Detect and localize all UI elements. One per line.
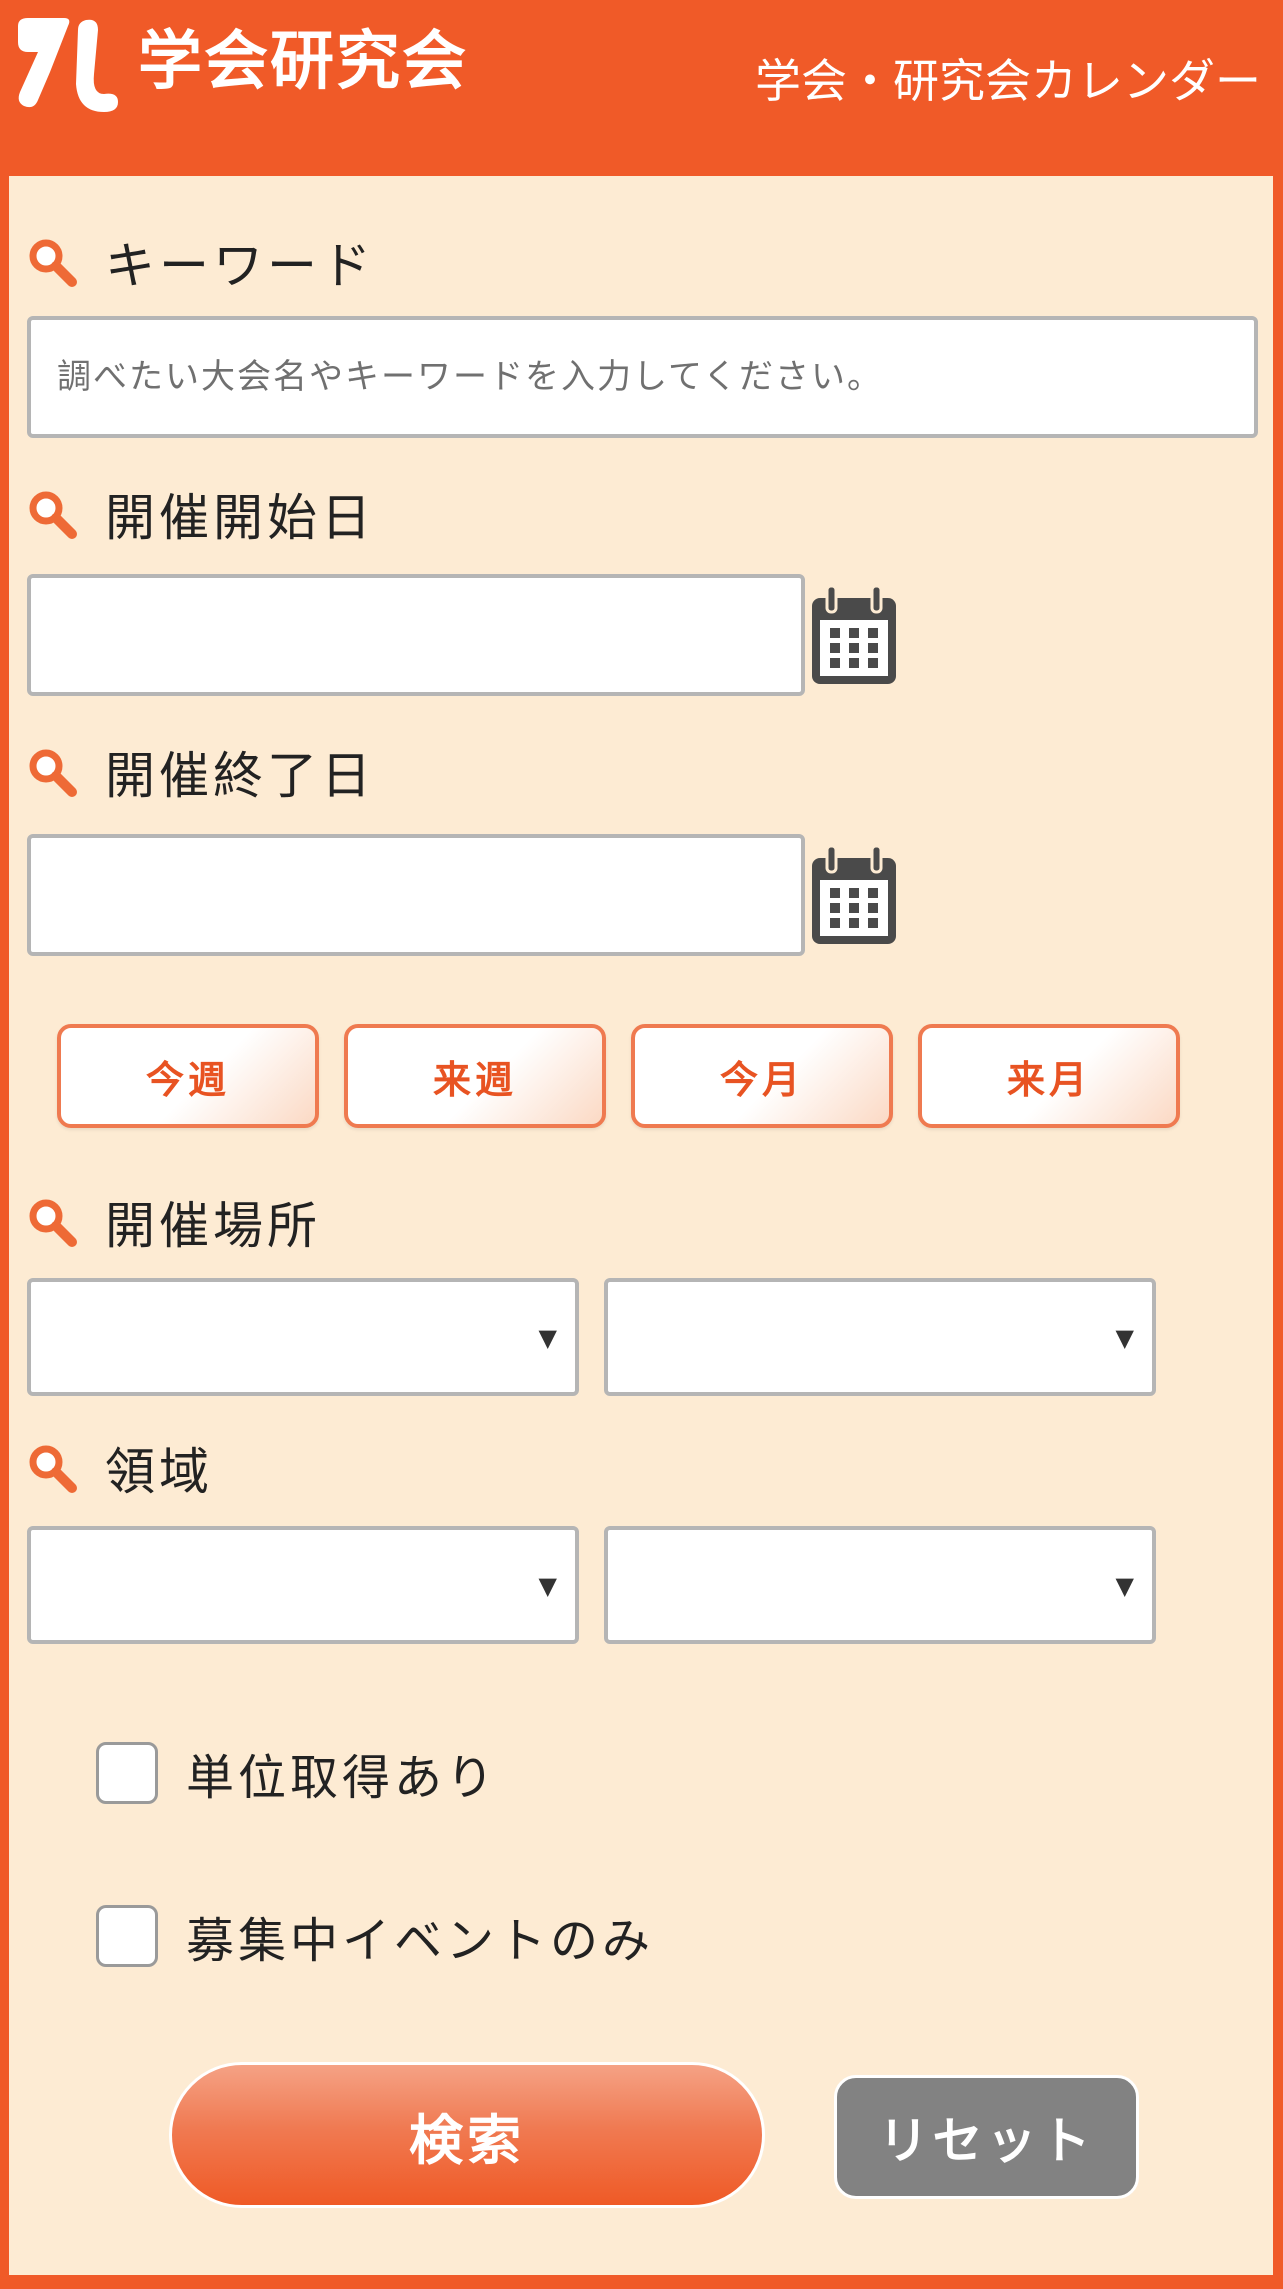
dropdown-arrow-icon: ▼ xyxy=(1115,1572,1134,1600)
credit-checkbox[interactable] xyxy=(96,1742,158,1804)
location-label: 開催場所 xyxy=(27,1182,321,1262)
location-label-text: 開催場所 xyxy=(105,1197,321,1255)
magnifier-icon xyxy=(29,491,77,539)
field-select-1[interactable]: ▼ xyxy=(27,1526,579,1644)
dropdown-arrow-icon: ▼ xyxy=(538,1572,557,1600)
search-button[interactable]: 検索 xyxy=(169,2062,765,2208)
dropdown-arrow-icon: ▼ xyxy=(538,1324,557,1352)
end-date-label: 開催終了日 xyxy=(27,732,375,812)
magnifier-icon xyxy=(29,1199,77,1247)
keyword-input[interactable] xyxy=(27,316,1258,438)
header: 学会研究会 学会・研究会カレンダー xyxy=(0,0,1283,176)
dropdown-arrow-icon: ▼ xyxy=(1115,1324,1134,1352)
recruiting-checkbox-label: 募集中イベントのみ xyxy=(186,1913,655,1969)
start-date-input[interactable] xyxy=(27,574,805,696)
magnifier-icon xyxy=(29,749,77,797)
search-form: キーワード 開催開始日 開催終了日 xyxy=(9,176,1273,2275)
next-week-button[interactable]: 来週 xyxy=(344,1024,606,1128)
credit-checkbox-row[interactable]: 単位取得あり xyxy=(96,1738,498,1808)
this-week-button[interactable]: 今週 xyxy=(57,1024,319,1128)
location-select-2[interactable]: ▼ xyxy=(604,1278,1156,1396)
magnifier-icon xyxy=(29,239,77,287)
page-title: 学会・研究会カレンダー xyxy=(755,54,1261,108)
location-select-1[interactable]: ▼ xyxy=(27,1278,579,1396)
credit-checkbox-label: 単位取得あり xyxy=(186,1750,499,1806)
field-label: 領域 xyxy=(27,1428,213,1508)
recruiting-checkbox-row[interactable]: 募集中イベントのみ xyxy=(96,1901,654,1971)
logo-text: 学会研究会 xyxy=(138,25,468,99)
logo-icon xyxy=(18,18,118,112)
calendar-icon[interactable] xyxy=(809,844,899,948)
keyword-label-text: キーワード xyxy=(105,237,375,295)
start-date-label: 開催開始日 xyxy=(27,474,375,554)
this-month-button[interactable]: 今月 xyxy=(631,1024,893,1128)
end-date-label-text: 開催終了日 xyxy=(105,747,375,805)
reset-button[interactable]: リセット xyxy=(834,2075,1139,2199)
end-date-input[interactable] xyxy=(27,834,805,956)
next-month-button[interactable]: 来月 xyxy=(918,1024,1180,1128)
calendar-icon[interactable] xyxy=(809,584,899,688)
start-date-label-text: 開催開始日 xyxy=(105,489,375,547)
magnifier-icon xyxy=(29,1445,77,1493)
field-label-text: 領域 xyxy=(105,1443,213,1501)
recruiting-checkbox[interactable] xyxy=(96,1905,158,1967)
field-select-2[interactable]: ▼ xyxy=(604,1526,1156,1644)
keyword-label: キーワード xyxy=(27,222,375,302)
